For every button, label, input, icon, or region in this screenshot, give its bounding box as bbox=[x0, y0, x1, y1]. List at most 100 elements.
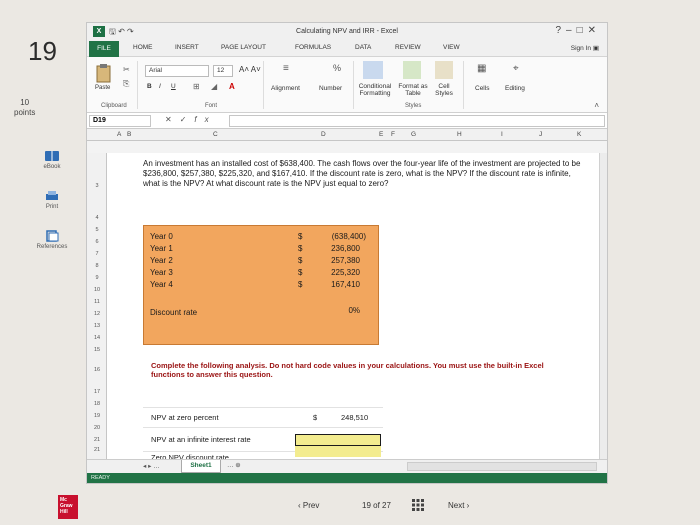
row-header[interactable]: 20 bbox=[87, 425, 107, 431]
sheet-nav-arrows[interactable]: ◂ ▸ … bbox=[143, 462, 160, 470]
close-icon[interactable]: ✕ bbox=[588, 25, 601, 36]
column-header[interactable]: H bbox=[457, 131, 462, 138]
grid-view-icon[interactable] bbox=[412, 499, 424, 511]
column-header[interactable]: G bbox=[411, 131, 416, 138]
paste-button[interactable]: Paste bbox=[95, 63, 113, 91]
tab-file[interactable]: FILE bbox=[89, 41, 119, 57]
row-header[interactable]: 3 bbox=[87, 183, 107, 189]
tab-view[interactable]: VIEW bbox=[443, 44, 460, 51]
underline-button[interactable]: U bbox=[171, 83, 176, 90]
discount-rate-value[interactable]: 0% bbox=[348, 306, 360, 315]
cash-flow-label[interactable]: Year 4 bbox=[150, 280, 173, 289]
tab-home[interactable]: HOME bbox=[133, 44, 153, 51]
zero-npv-rate-input[interactable] bbox=[295, 446, 381, 457]
font-name-select[interactable]: Arial bbox=[145, 65, 209, 77]
italic-button[interactable]: I bbox=[159, 83, 161, 90]
borders-icon[interactable]: ⊞ bbox=[193, 82, 200, 91]
row-header[interactable]: 11 bbox=[87, 299, 107, 305]
cash-flow-label[interactable]: Year 2 bbox=[150, 256, 173, 265]
npv-zero-label[interactable]: NPV at zero percent bbox=[151, 413, 219, 422]
row-header[interactable]: 4 bbox=[87, 215, 107, 221]
next-button[interactable]: Next › bbox=[448, 501, 469, 510]
fill-color-icon[interactable]: ◢ bbox=[211, 82, 217, 91]
cut-icon[interactable]: ✂ bbox=[123, 65, 130, 74]
row-header[interactable]: 10 bbox=[87, 287, 107, 293]
tab-review[interactable]: REVIEW bbox=[395, 44, 421, 51]
row-header[interactable]: 15 bbox=[87, 347, 107, 353]
cash-flow-label[interactable]: Year 3 bbox=[150, 268, 173, 277]
formula-input[interactable] bbox=[229, 115, 605, 127]
row-header[interactable]: 7 bbox=[87, 251, 107, 257]
font-color-icon[interactable]: A bbox=[229, 82, 235, 91]
column-header[interactable]: C bbox=[213, 131, 218, 138]
sheet-tab[interactable]: Sheet1 bbox=[181, 460, 221, 473]
vertical-scrollbar[interactable] bbox=[599, 153, 607, 459]
bold-button[interactable]: B bbox=[147, 83, 152, 90]
font-size-select[interactable]: 12 bbox=[213, 65, 233, 77]
npv-zero-value[interactable]: 248,510 bbox=[341, 413, 368, 422]
collapse-ribbon-icon[interactable]: ˄ bbox=[594, 101, 599, 110]
add-sheet-icon[interactable]: … ⊕ bbox=[227, 461, 241, 469]
cash-flow-value[interactable]: 225,320 bbox=[331, 268, 360, 277]
row-header[interactable]: 8 bbox=[87, 263, 107, 269]
fx-icon[interactable]: fx bbox=[194, 115, 216, 124]
align-icon[interactable]: ≡ bbox=[283, 63, 289, 74]
cell-styles-button[interactable]: Cell Styles bbox=[431, 83, 457, 97]
cash-flow-label[interactable]: Year 0 bbox=[150, 232, 173, 241]
name-box[interactable]: D19 bbox=[89, 115, 151, 127]
tab-page-layout[interactable]: PAGE LAYOUT bbox=[221, 44, 266, 51]
ebook-link[interactable]: eBook bbox=[28, 150, 76, 170]
row-header[interactable]: 18 bbox=[87, 401, 107, 407]
font-grow-icon[interactable]: A˄ A˅ bbox=[239, 65, 261, 74]
references-link[interactable]: References bbox=[28, 230, 76, 250]
column-header[interactable]: J bbox=[539, 131, 542, 138]
discount-rate-label[interactable]: Discount rate bbox=[150, 308, 197, 317]
column-header[interactable]: D bbox=[321, 131, 326, 138]
percent-icon[interactable]: % bbox=[333, 63, 341, 73]
column-header[interactable]: K bbox=[577, 131, 581, 138]
row-header[interactable]: 14 bbox=[87, 335, 107, 341]
enter-icon[interactable]: ✓ bbox=[180, 115, 195, 124]
sign-in-link[interactable]: Sign In ▣ bbox=[571, 44, 599, 52]
row-header[interactable]: 21 bbox=[87, 447, 107, 453]
npv-infinite-input[interactable] bbox=[295, 434, 381, 446]
cash-flow-value[interactable]: (638,400) bbox=[332, 232, 366, 241]
column-header[interactable]: F bbox=[391, 131, 395, 138]
horizontal-scrollbar[interactable] bbox=[407, 462, 597, 471]
alignment-button[interactable]: Alignment bbox=[271, 85, 300, 92]
tab-data[interactable]: DATA bbox=[355, 44, 371, 51]
column-header[interactable]: B bbox=[127, 131, 131, 138]
format-as-table-button[interactable]: Format as Table bbox=[397, 83, 429, 97]
print-link[interactable]: Print bbox=[28, 190, 76, 210]
copy-icon[interactable]: ⎘ bbox=[123, 79, 129, 89]
number-button[interactable]: Number bbox=[319, 85, 342, 92]
row-header[interactable]: 21 bbox=[87, 437, 107, 443]
npv-infinite-label[interactable]: NPV at an infinite interest rate bbox=[151, 435, 251, 444]
cancel-icon[interactable]: ✕ bbox=[165, 115, 180, 124]
maximize-icon[interactable]: □ bbox=[577, 25, 588, 36]
tab-formulas[interactable]: FORMULAS bbox=[295, 44, 331, 51]
editing-button[interactable]: Editing bbox=[505, 85, 525, 92]
row-header[interactable]: 6 bbox=[87, 239, 107, 245]
row-header[interactable]: 19 bbox=[87, 413, 107, 419]
column-header[interactable]: E bbox=[379, 131, 383, 138]
row-header[interactable]: 9 bbox=[87, 275, 107, 281]
row-header[interactable]: 17 bbox=[87, 389, 107, 395]
window-controls[interactable]: ?–□✕ bbox=[555, 25, 601, 36]
row-header[interactable]: 16 bbox=[87, 367, 107, 373]
cash-flow-value[interactable]: 167,410 bbox=[331, 280, 360, 289]
worksheet-grid[interactable]: 3 4 5 6 7 8 9 10 11 12 13 14 15 16 17 18… bbox=[87, 153, 607, 462]
column-header[interactable]: I bbox=[501, 131, 503, 138]
cash-flow-value[interactable]: 257,380 bbox=[331, 256, 360, 265]
cells-button[interactable]: Cells bbox=[475, 85, 489, 92]
row-header[interactable]: 12 bbox=[87, 311, 107, 317]
tab-insert[interactable]: INSERT bbox=[175, 44, 199, 51]
minimize-icon[interactable]: – bbox=[566, 25, 577, 36]
help-button[interactable]: ? bbox=[555, 25, 566, 36]
prev-button[interactable]: ‹ Prev bbox=[298, 501, 319, 510]
column-header[interactable]: A bbox=[117, 131, 121, 138]
row-header[interactable]: 5 bbox=[87, 227, 107, 233]
row-header[interactable]: 13 bbox=[87, 323, 107, 329]
conditional-formatting-button[interactable]: Conditional Formatting bbox=[355, 83, 395, 97]
cash-flow-value[interactable]: 236,800 bbox=[331, 244, 360, 253]
